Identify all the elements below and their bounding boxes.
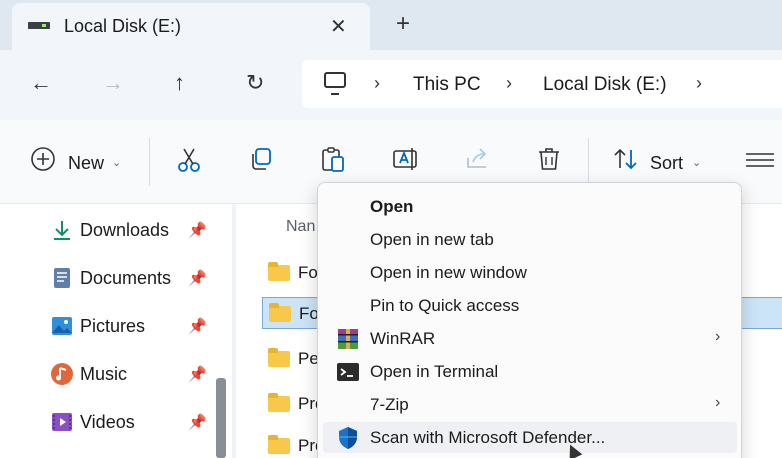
address-bar[interactable]: › This PC › Local Disk (E:) ›: [302, 60, 782, 108]
file-name: Pe: [298, 349, 319, 368]
file-name: Fo: [298, 263, 318, 282]
share-icon[interactable]: [464, 146, 490, 172]
file-name: Fo: [299, 304, 319, 323]
sidebar-item-pictures[interactable]: Pictures 📌: [50, 310, 215, 340]
cut-icon[interactable]: [176, 146, 202, 174]
music-icon: [51, 363, 73, 385]
column-header-name[interactable]: Nan: [286, 218, 315, 236]
navigation-pane: Downloads 📌 Documents 📌 Pictures 📌 Music…: [0, 204, 232, 458]
submenu-chevron-icon: ›: [715, 394, 721, 411]
back-button[interactable]: ←: [30, 70, 52, 96]
tab-title: Local Disk (E:): [64, 16, 182, 36]
winrar-icon: [338, 329, 358, 349]
terminal-icon: [337, 363, 359, 381]
pin-icon[interactable]: 📌: [188, 317, 207, 335]
tab-local-disk[interactable]: Local Disk (E:) ✕: [12, 3, 370, 50]
view-icon[interactable]: [744, 152, 774, 168]
pin-icon[interactable]: 📌: [188, 365, 207, 383]
plus-circle-icon[interactable]: [30, 146, 56, 172]
sidebar-item-label: Music: [80, 364, 128, 384]
sidebar-item-label: Videos: [80, 412, 135, 432]
menu-item-label: Pin to Quick access: [370, 296, 520, 315]
menu-item-label: WinRAR: [370, 329, 436, 348]
folder-icon: [268, 393, 290, 412]
toolbar-divider: [149, 138, 150, 186]
breadcrumb-local-disk[interactable]: Local Disk (E:): [543, 74, 667, 96]
sidebar-item-videos[interactable]: Videos 📌: [50, 406, 215, 436]
sidebar-item-music[interactable]: Music 📌: [50, 358, 215, 388]
folder-icon: [269, 303, 291, 322]
menu-item-open-new-window[interactable]: Open in new window: [323, 257, 737, 288]
submenu-chevron-icon: ›: [715, 328, 721, 345]
new-tab-button[interactable]: +: [396, 10, 410, 38]
documents-icon: [54, 268, 70, 288]
menu-item-label: Open in new tab: [370, 230, 494, 249]
copy-icon[interactable]: [248, 146, 274, 172]
menu-item-label: Open in Terminal: [370, 362, 499, 381]
videos-icon: [52, 413, 72, 431]
sort-button[interactable]: Sort: [650, 153, 683, 174]
sidebar-item-label: Pictures: [80, 316, 146, 336]
menu-item-label: Open in new window: [370, 263, 527, 282]
sort-icon[interactable]: [612, 146, 640, 172]
pictures-icon: [52, 317, 72, 335]
rename-icon[interactable]: [392, 146, 420, 172]
breadcrumb-separator[interactable]: ›: [696, 73, 702, 94]
computer-icon: [324, 72, 346, 95]
navigation-bar: ← → ↑ ↻ › This PC › Local Disk (E:) ›: [0, 50, 782, 120]
menu-item-label: 7-Zip: [370, 395, 409, 414]
sidebar-item-label: Downloads: [80, 220, 170, 240]
menu-item-winrar[interactable]: WinRAR ›: [323, 323, 737, 354]
pin-icon[interactable]: 📌: [188, 269, 207, 287]
new-dropdown-icon[interactable]: ⌄: [112, 156, 121, 169]
refresh-button[interactable]: ↻: [246, 70, 264, 96]
title-bar: Local Disk (E:) ✕ +: [0, 0, 782, 50]
pin-icon[interactable]: 📌: [188, 413, 207, 431]
toolbar-divider: [588, 138, 589, 186]
breadcrumb-this-pc[interactable]: This PC: [413, 74, 481, 96]
sidebar-scrollbar[interactable]: [216, 378, 226, 458]
menu-item-7zip[interactable]: 7-Zip ›: [323, 389, 737, 420]
menu-item-label: Open: [370, 197, 414, 216]
menu-item-open-terminal[interactable]: Open in Terminal: [323, 356, 737, 387]
delete-icon[interactable]: [536, 146, 562, 172]
paste-icon[interactable]: [320, 146, 346, 174]
up-button[interactable]: ↑: [174, 70, 185, 96]
sort-dropdown-icon[interactable]: ⌄: [692, 156, 701, 169]
new-button[interactable]: New: [68, 153, 104, 174]
defender-icon: [339, 427, 357, 449]
folder-icon: [268, 348, 290, 367]
download-icon: [54, 221, 70, 240]
menu-item-scan-defender[interactable]: Scan with Microsoft Defender...: [323, 422, 737, 453]
sidebar-item-downloads[interactable]: Downloads 📌: [50, 214, 215, 244]
breadcrumb-separator[interactable]: ›: [506, 73, 512, 94]
menu-item-pin-quick-access[interactable]: Pin to Quick access: [323, 290, 737, 321]
sidebar-item-documents[interactable]: Documents 📌: [50, 262, 215, 292]
menu-item-open[interactable]: Open: [323, 191, 737, 222]
close-tab-icon[interactable]: ✕: [330, 14, 347, 39]
folder-icon: [268, 262, 290, 281]
sidebar-item-label: Documents: [80, 268, 172, 288]
pin-icon[interactable]: 📌: [188, 221, 207, 239]
drive-icon: [28, 22, 50, 29]
forward-button[interactable]: →: [102, 70, 124, 96]
folder-icon: [268, 435, 290, 454]
menu-item-open-new-tab[interactable]: Open in new tab: [323, 224, 737, 255]
breadcrumb-separator[interactable]: ›: [374, 73, 380, 94]
context-menu: Open Open in new tab Open in new window …: [317, 182, 742, 458]
